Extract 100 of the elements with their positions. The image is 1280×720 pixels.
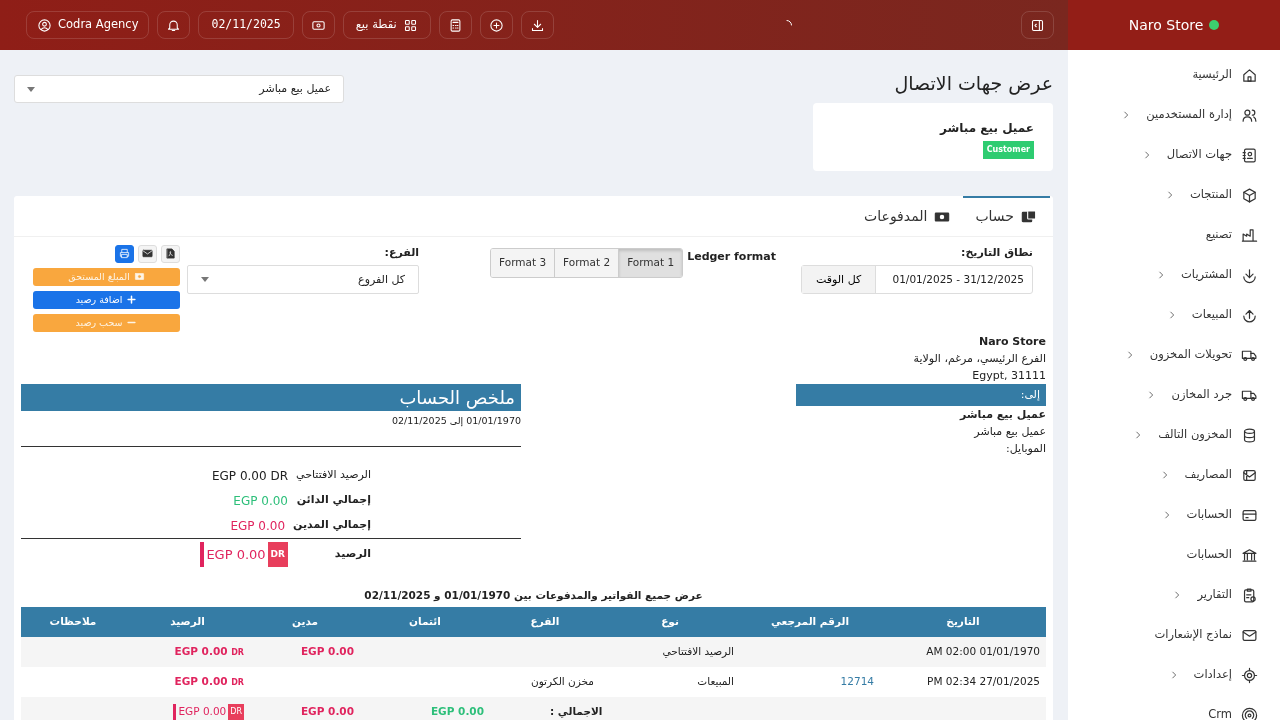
pdf-button[interactable] xyxy=(161,244,180,263)
sidebar-item[interactable]: نماذج الإشعارات xyxy=(1068,615,1280,655)
reference-link[interactable]: 12714 xyxy=(840,674,874,687)
sidebar-item[interactable]: تصنيع xyxy=(1068,215,1280,255)
banknote-icon xyxy=(133,272,145,282)
branch-select[interactable]: كل الفروع xyxy=(187,265,420,295)
bank-icon xyxy=(1241,546,1258,564)
summary-label: الرصيد xyxy=(333,546,371,563)
address-line: الفرع الرئيسي، مرغم، الولاية xyxy=(913,350,1046,367)
sidebar-item[interactable]: إدارة المستخدمين xyxy=(1068,95,1280,135)
column-header: ائتمان xyxy=(360,606,490,637)
ledger-format-label: Ledger format xyxy=(687,248,776,265)
customer-detail: عميل بيع مباشر xyxy=(974,423,1046,440)
download-icon xyxy=(1241,266,1258,284)
sidebar-item[interactable]: المبيعات xyxy=(1068,295,1280,335)
credit-value: EGP 0.00 xyxy=(430,704,484,717)
box-icon xyxy=(1241,186,1258,204)
notifications-button[interactable] xyxy=(157,11,191,39)
sidebar-toggle-button[interactable] xyxy=(1021,11,1054,39)
column-header: الرقم المرجعي xyxy=(740,606,880,637)
format-button[interactable]: Format 2 xyxy=(554,248,619,277)
add-button[interactable] xyxy=(479,11,513,39)
sidebar-item[interactable]: تحويلات المخزون xyxy=(1068,335,1280,375)
contact-name: عميل بيع مباشر xyxy=(940,119,1034,137)
broadcast-icon xyxy=(1241,706,1258,720)
contact-select[interactable]: عميل بيع مباشر xyxy=(14,75,344,103)
sidebar-item[interactable]: الحسابات xyxy=(1068,535,1280,575)
email-button[interactable] xyxy=(138,244,157,263)
summary-label: إجمالي المدين xyxy=(293,517,371,534)
sidebar-item[interactable]: إعدادات xyxy=(1068,655,1280,695)
bell-icon xyxy=(166,17,182,33)
debit-value: EGP 0.00 xyxy=(300,644,354,657)
panel-icon xyxy=(1030,17,1045,33)
total-label: الاجمالي : xyxy=(550,704,603,717)
pos-button[interactable]: نقطة بيع xyxy=(342,11,431,39)
download-icon xyxy=(529,17,545,33)
tab[interactable]: المدفوعات xyxy=(852,195,964,236)
sidebar-item[interactable]: جرد المخازن xyxy=(1068,375,1280,415)
type-cell: الرصيد الافتتاحي xyxy=(662,644,734,657)
balance-value: EGP 0.00 DR xyxy=(173,703,244,720)
column-header: مدين xyxy=(250,606,360,637)
debit-value: EGP 0.00 xyxy=(300,704,354,717)
sidebar-item[interactable]: الرئيسية xyxy=(1068,55,1280,95)
customer-badge: Customer xyxy=(982,140,1034,159)
clipboard-icon xyxy=(1241,586,1258,604)
date-cell: 01/01/1970 02:00 AM xyxy=(926,644,1040,657)
customer-detail: الموبايل: xyxy=(1006,440,1046,457)
balance-value: EGP 0.00 DR xyxy=(174,644,244,657)
sidebar-item[interactable]: المخزون التالف xyxy=(1068,415,1280,455)
date-range-label: نطاق التاريخ: xyxy=(960,244,1033,261)
file-icon xyxy=(165,248,176,260)
add-balance-button[interactable]: اضافة رصيد xyxy=(33,290,180,309)
factory-icon xyxy=(1241,226,1258,244)
summary-period: 01/01/1970 إلى 02/11/2025 xyxy=(21,413,521,448)
plus-circle-icon xyxy=(488,17,504,33)
settings-icon xyxy=(1241,666,1258,684)
sidebar-item[interactable]: المصاريف xyxy=(1068,455,1280,495)
branch-label: الفرع: xyxy=(383,244,420,261)
sidebar-item[interactable]: التقارير xyxy=(1068,575,1280,615)
download-button[interactable] xyxy=(520,11,554,39)
user-circle-icon xyxy=(37,17,52,33)
address-line: Egypt, 31111 xyxy=(972,367,1046,384)
summary-header: ملخص الحساب xyxy=(21,383,521,411)
sidebar-item[interactable]: Crm xyxy=(1068,695,1280,720)
date-button[interactable]: 02/11/2025 xyxy=(198,11,294,39)
sidebar-item[interactable]: الحسابات xyxy=(1068,495,1280,535)
calculator-button[interactable] xyxy=(438,11,472,39)
contact-card-icon xyxy=(1241,146,1258,164)
envelope-icon xyxy=(142,248,153,260)
books-icon xyxy=(1020,208,1038,225)
format-button[interactable]: Format 1 xyxy=(618,248,683,277)
table-caption: عرض جميع الفواتير والمدفوعات بين 01/01/1970 و 02/11/2025 xyxy=(363,588,704,604)
grid-icon xyxy=(402,17,418,33)
sidebar-item[interactable]: جهات الاتصال xyxy=(1068,135,1280,175)
balance-value: EGP 0.00 DR xyxy=(200,542,288,568)
type-cell: المبيعات xyxy=(697,674,734,687)
sidebar-item[interactable]: المنتجات xyxy=(1068,175,1280,215)
format-button[interactable]: Format 3 xyxy=(491,248,555,277)
column-header: التاريخ xyxy=(880,606,1046,637)
cash-button[interactable] xyxy=(301,11,335,39)
database-icon xyxy=(1241,426,1258,444)
plus-icon xyxy=(126,295,138,305)
sidebar-item[interactable]: المشتريات xyxy=(1068,255,1280,295)
store-name: Naro Store xyxy=(978,333,1046,350)
summary-value: EGP 0.00 DR xyxy=(211,467,288,485)
summary-label: إجمالي الدائن xyxy=(296,492,371,509)
home-icon xyxy=(1241,66,1258,84)
column-header: نوع xyxy=(600,606,740,637)
tab[interactable]: حساب xyxy=(963,195,1050,236)
column-header: ملاحظات xyxy=(21,606,125,637)
brand-name: Naro Store xyxy=(1128,15,1204,35)
recipient-header: إلى: xyxy=(796,383,1046,406)
column-header: الفرع xyxy=(490,606,600,637)
balance-value: EGP 0.00 DR xyxy=(174,674,244,687)
print-button[interactable] xyxy=(115,244,134,263)
printer-icon xyxy=(119,248,130,260)
all-time-button[interactable]: كل الوقت xyxy=(802,266,877,294)
customer-name: عميل بيع مباشر xyxy=(959,406,1046,423)
summary-label: الرصيد الافتتاحي xyxy=(296,467,371,484)
user-menu-button[interactable]: Codra Agency xyxy=(26,11,150,39)
